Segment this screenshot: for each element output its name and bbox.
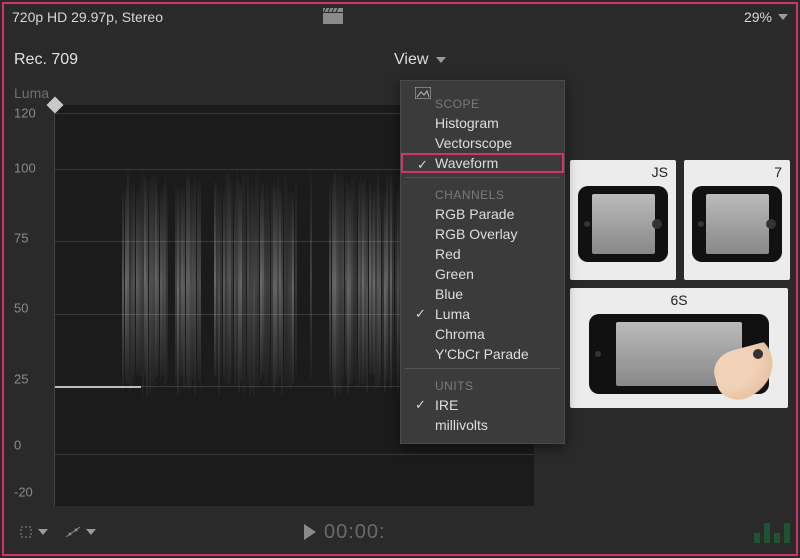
dropdown-item-label: Green xyxy=(435,266,474,282)
dropdown-item-red[interactable]: Red xyxy=(401,244,564,264)
y-tick: 25 xyxy=(14,371,28,386)
chevron-down-icon xyxy=(436,57,446,63)
dropdown-section-header: CHANNELS xyxy=(401,184,564,204)
color-tool-button[interactable] xyxy=(56,521,104,543)
play-button[interactable] xyxy=(304,524,316,540)
dropdown-item-label: Red xyxy=(435,246,461,262)
y-tick: 0 xyxy=(14,438,21,453)
y-axis-labels: 120 100 75 50 25 0 -20 xyxy=(14,105,50,496)
meter-bar xyxy=(754,533,760,543)
check-icon: ✓ xyxy=(415,306,426,322)
second-bar: Rec. 709 View xyxy=(14,48,786,72)
y-tick: 120 xyxy=(14,105,36,120)
dropdown-item-y-cbcr-parade[interactable]: Y'CbCr Parade xyxy=(401,344,564,364)
dropdown-item-label: Waveform xyxy=(435,155,498,171)
dropdown-item-millivolts[interactable]: millivolts xyxy=(401,415,564,435)
thumb-label: 6S xyxy=(570,288,788,308)
check-icon: ✓ xyxy=(417,157,428,173)
dropdown-item-label: millivolts xyxy=(435,417,488,433)
thumbnail-strip: JS 7 6S xyxy=(570,160,790,408)
thumb-label: JS xyxy=(570,160,676,180)
view-dropdown: SCOPEHistogramVectorscope✓WaveformCHANNE… xyxy=(400,80,565,444)
dropdown-item-label: Blue xyxy=(435,286,463,302)
y-tick: 75 xyxy=(14,230,28,245)
check-icon: ✓ xyxy=(415,397,426,413)
top-bar: 720p HD 29.97p, Stereo 29% xyxy=(12,6,788,28)
bottom-toolbar: 00:00: xyxy=(10,512,790,552)
meter-bar xyxy=(774,533,780,543)
dropdown-item-label: Histogram xyxy=(435,115,499,131)
dropdown-item-histogram[interactable]: Histogram xyxy=(401,113,564,133)
meter-bar xyxy=(784,523,790,543)
view-label: View xyxy=(394,51,428,69)
phone-mockup-icon xyxy=(578,186,668,262)
dropdown-item-label: Vectorscope xyxy=(435,135,512,151)
dropdown-item-label: Y'CbCr Parade xyxy=(435,346,529,362)
scope-title: Luma xyxy=(14,85,49,101)
phone-mockup-icon xyxy=(692,186,782,262)
chevron-down-icon xyxy=(778,14,788,20)
dropdown-item-chroma[interactable]: Chroma xyxy=(401,324,564,344)
timecode-display: 00:00: xyxy=(324,521,386,544)
dropdown-item-label: RGB Parade xyxy=(435,206,514,222)
dropdown-item-rgb-overlay[interactable]: RGB Overlay xyxy=(401,224,564,244)
meter-bar xyxy=(764,523,770,543)
chevron-down-icon xyxy=(86,529,96,535)
thumbnail[interactable]: JS xyxy=(570,160,676,280)
transport-controls: 00:00: xyxy=(304,521,386,544)
phone-mockup-icon xyxy=(589,314,769,394)
clapper-icon[interactable] xyxy=(323,8,343,27)
dropdown-item-label: Luma xyxy=(435,306,470,322)
dropdown-item-label: IRE xyxy=(435,397,458,413)
dropdown-section-header: UNITS xyxy=(401,375,564,395)
separator xyxy=(405,177,560,178)
audio-meter xyxy=(754,521,790,543)
view-menu-button[interactable]: View xyxy=(394,51,446,69)
separator xyxy=(405,368,560,369)
zoom-value: 29% xyxy=(744,9,772,25)
dropdown-item-blue[interactable]: Blue xyxy=(401,284,564,304)
dropdown-item-green[interactable]: Green xyxy=(401,264,564,284)
colorspace-label[interactable]: Rec. 709 xyxy=(14,51,78,69)
format-label: 720p HD 29.97p, Stereo xyxy=(12,9,163,25)
y-tick: -20 xyxy=(14,485,33,500)
dropdown-item-label: Chroma xyxy=(435,326,485,342)
dropdown-item-label: RGB Overlay xyxy=(435,226,517,242)
thumbnail[interactable]: 7 xyxy=(684,160,790,280)
thumbnail[interactable]: 6S xyxy=(570,288,788,408)
crop-tool-button[interactable] xyxy=(10,520,56,544)
y-tick: 50 xyxy=(14,301,28,316)
zoom-display[interactable]: 29% xyxy=(744,9,788,25)
dropdown-item-vectorscope[interactable]: Vectorscope xyxy=(401,133,564,153)
image-icon[interactable] xyxy=(415,87,431,102)
dropdown-item-waveform[interactable]: ✓ Waveform xyxy=(401,153,564,173)
dropdown-item-rgb-parade[interactable]: RGB Parade xyxy=(401,204,564,224)
dropdown-item-ire[interactable]: ✓ IRE xyxy=(401,395,564,415)
chevron-down-icon xyxy=(38,529,48,535)
dropdown-item-luma[interactable]: ✓ Luma xyxy=(401,304,564,324)
y-tick: 100 xyxy=(14,160,36,175)
thumb-label: 7 xyxy=(684,160,790,180)
